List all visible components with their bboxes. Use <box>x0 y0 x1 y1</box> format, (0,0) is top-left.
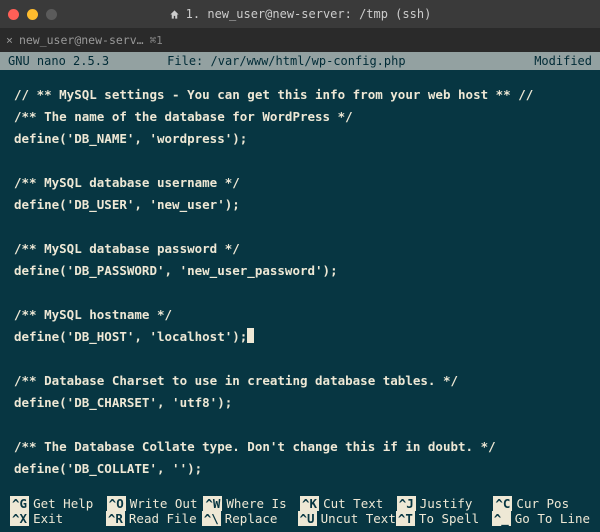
nano-shortcut-bar: ^G Get Help ^O Write Out ^W Where Is ^K Cut Tex… <box>0 496 600 532</box>
shortcut-label: To Spell <box>419 511 479 526</box>
shortcut-key: ^\ <box>202 511 221 526</box>
nano-status-bar: GNU nano 2.5.3 File: /var/www/html/wp-co… <box>0 52 600 70</box>
shortcut-item[interactable]: ^C Cur Pos <box>493 496 590 511</box>
shortcut-label: Cut Text <box>323 496 383 511</box>
editor-line: /** The name of the database for WordPre… <box>14 106 586 128</box>
nano-version: GNU nano 2.5.3 <box>8 54 109 68</box>
editor-line: // ** MySQL settings - You can get this … <box>14 84 586 106</box>
editor-line: /** MySQL database username */ <box>14 172 586 194</box>
shortcut-item[interactable]: ^O Write Out <box>107 496 204 511</box>
tab-label: new_user@new-serv… <box>19 33 144 47</box>
shortcut-label: Exit <box>33 511 63 526</box>
shortcut-key: ^G <box>10 496 29 511</box>
shortcut-key: ^_ <box>492 511 511 526</box>
shortcut-key: ^J <box>397 496 416 511</box>
editor-line: /** MySQL hostname */ <box>14 304 586 326</box>
editor-line: /** Database Charset to use in creating … <box>14 370 586 392</box>
shortcut-key: ^O <box>107 496 126 511</box>
shortcut-item[interactable]: ^W Where Is <box>203 496 300 511</box>
shortcut-key: ^C <box>493 496 512 511</box>
editor-line: /** The Database Collate type. Don't cha… <box>14 436 586 458</box>
shortcut-key: ^K <box>300 496 319 511</box>
text-cursor <box>247 328 254 343</box>
editor-line: define('DB_CHARSET', 'utf8'); <box>14 392 586 414</box>
shortcut-label: Cur Pos <box>516 496 569 511</box>
shortcut-key: ^X <box>10 511 29 526</box>
shortcut-key: ^U <box>298 511 317 526</box>
shortcut-label: Get Help <box>33 496 93 511</box>
shortcut-key: ^R <box>106 511 125 526</box>
close-icon[interactable]: × <box>6 33 13 47</box>
editor-line <box>14 216 586 238</box>
tab-bar: × new_user@new-serv… ⌘1 <box>0 28 600 52</box>
editor-line <box>14 150 586 172</box>
shortcut-label: Read File <box>129 511 197 526</box>
shortcut-row: ^X Exit ^R Read File ^\ Replace ^U Uncut Text^T… <box>10 511 590 526</box>
shortcut-item[interactable]: ^J Justify <box>397 496 494 511</box>
shortcut-row: ^G Get Help ^O Write Out ^W Where Is ^K Cut Tex… <box>10 496 590 511</box>
shortcut-item[interactable]: ^_ Go To Line <box>492 511 590 526</box>
editor-line: define('DB_HOST', 'localhost'); <box>14 326 586 348</box>
shortcut-key: ^W <box>203 496 222 511</box>
shortcut-item[interactable]: ^R Read File <box>106 511 202 526</box>
editor-line: /** MySQL database password */ <box>14 238 586 260</box>
terminal-area[interactable]: GNU nano 2.5.3 File: /var/www/html/wp-co… <box>0 52 600 532</box>
shortcut-item[interactable]: ^K Cut Text <box>300 496 397 511</box>
editor-line: define('DB_USER', 'new_user'); <box>14 194 586 216</box>
shortcut-label: Where Is <box>226 496 286 511</box>
shortcut-label: Uncut Text <box>321 511 396 526</box>
window-title-text: 1. new_user@new-server: /tmp (ssh) <box>186 7 432 21</box>
tab-shortcut: ⌘1 <box>150 34 163 47</box>
window-title: 1. new_user@new-server: /tmp (ssh) <box>0 7 600 21</box>
shortcut-label: Justify <box>420 496 473 511</box>
editor-line <box>14 348 586 370</box>
shortcut-item[interactable]: ^X Exit <box>10 511 106 526</box>
shortcut-item[interactable]: ^\ Replace <box>202 511 298 526</box>
nano-file-path: File: /var/www/html/wp-config.php <box>167 54 405 68</box>
shortcut-label: Go To Line <box>515 511 590 526</box>
editor-line: define('DB_NAME', 'wordpress'); <box>14 128 586 150</box>
home-icon <box>169 9 180 20</box>
editor-content[interactable]: // ** MySQL settings - You can get this … <box>0 70 600 480</box>
tab-session-1[interactable]: × new_user@new-serv… ⌘1 <box>6 33 163 47</box>
window-titlebar: 1. new_user@new-server: /tmp (ssh) <box>0 0 600 28</box>
editor-line: define('DB_PASSWORD', 'new_user_password… <box>14 260 586 282</box>
shortcut-item[interactable]: ^U Uncut Text <box>298 511 396 526</box>
shortcut-key: ^T <box>396 511 415 526</box>
shortcut-item[interactable]: ^G Get Help <box>10 496 107 511</box>
editor-line <box>14 282 586 304</box>
editor-line <box>14 414 586 436</box>
editor-line: define('DB_COLLATE', ''); <box>14 458 586 480</box>
shortcut-label: Write Out <box>130 496 198 511</box>
shortcut-label: Replace <box>225 511 278 526</box>
shortcut-item[interactable]: ^T To Spell <box>396 511 492 526</box>
nano-modified-flag: Modified <box>534 54 592 68</box>
